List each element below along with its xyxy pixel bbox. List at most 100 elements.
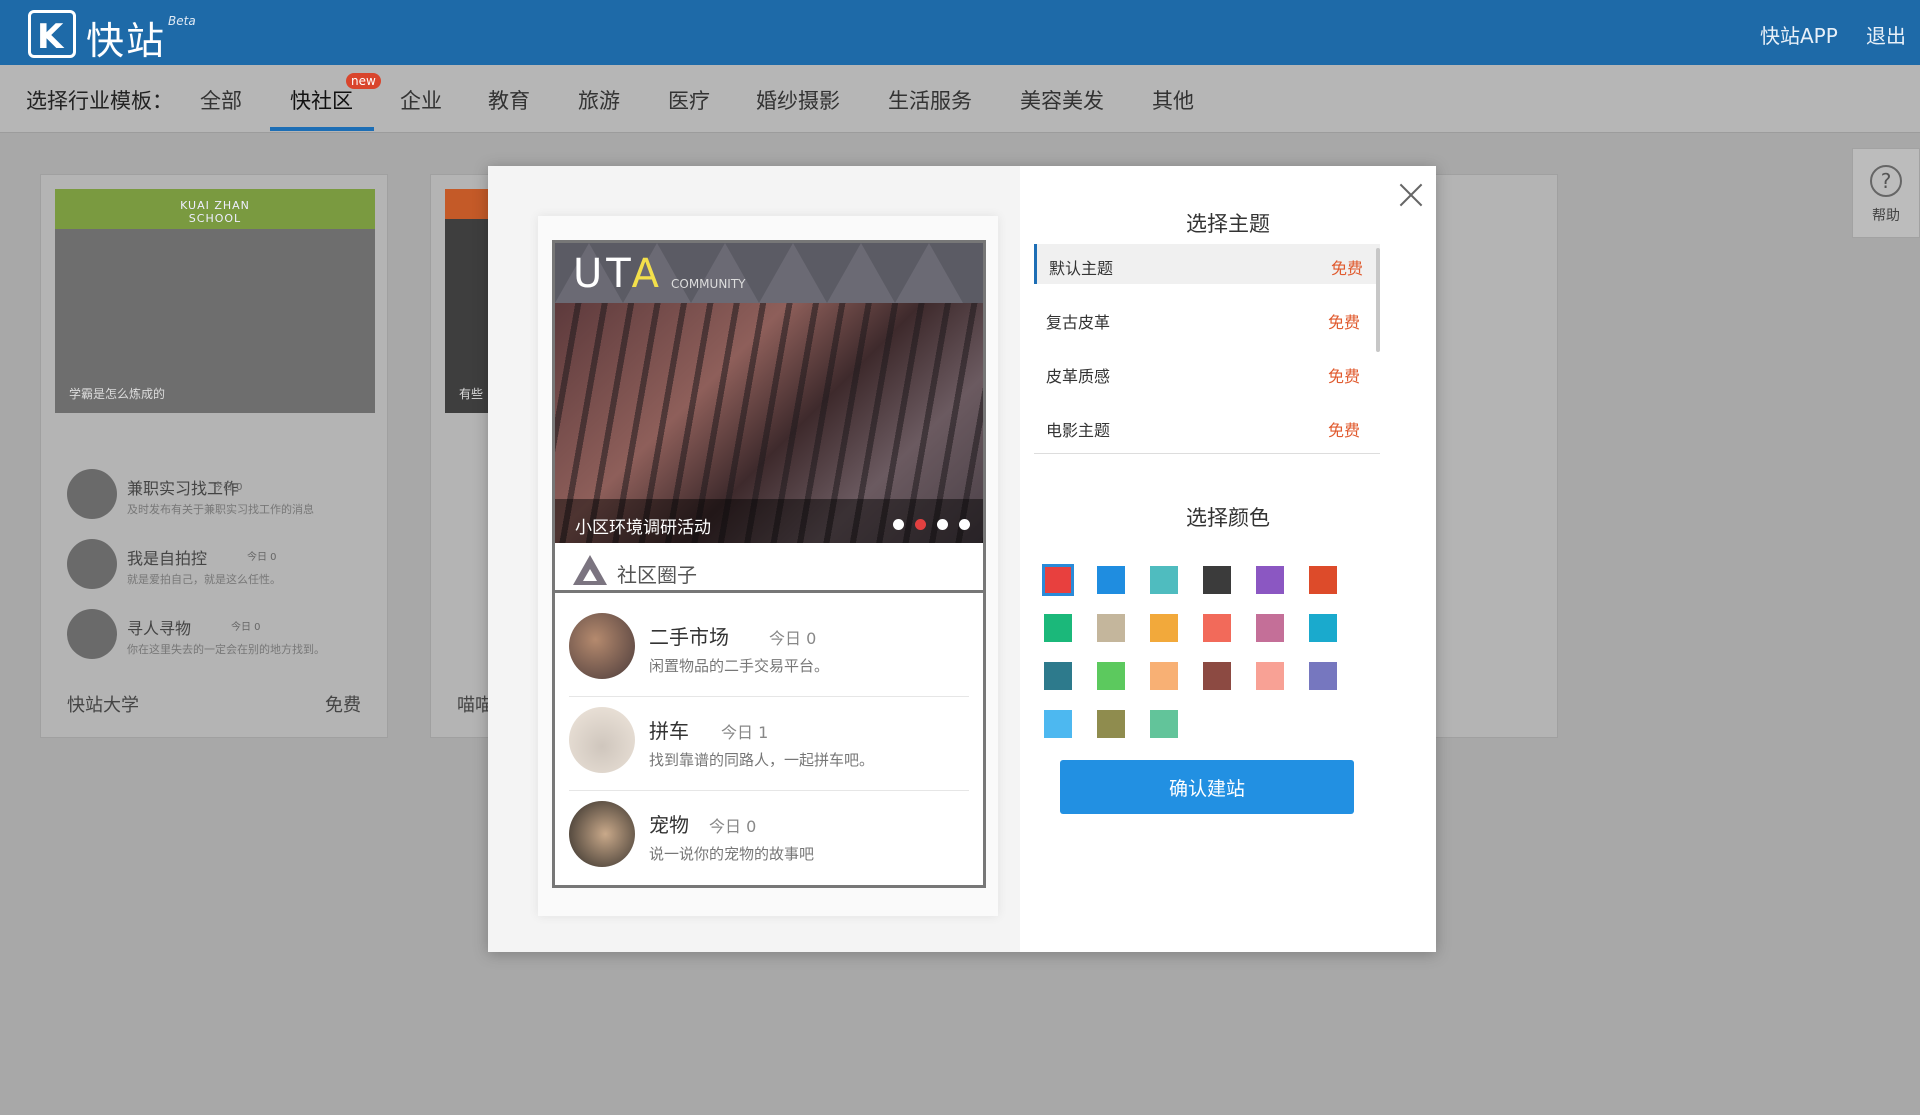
color-swatch[interactable] [1256, 662, 1284, 690]
theme-item-default[interactable]: 默认主题 免费 [1034, 244, 1380, 284]
carousel-dot[interactable] [959, 519, 970, 530]
preview-item-meta: 今日 0 [709, 817, 757, 836]
logout-link[interactable]: 退出 [1866, 20, 1906, 49]
theme-modal: UTA COMMUNITY 小区环境调研活动 社区圈子 二手市场 今日 0 闲置… [488, 166, 1436, 952]
theme-section-title: 选择主题 [1186, 212, 1270, 236]
color-swatch[interactable] [1203, 614, 1231, 642]
color-swatch[interactable] [1150, 566, 1178, 594]
phone-preview: UTA COMMUNITY 小区环境调研活动 社区圈子 二手市场 今日 0 闲置… [552, 240, 986, 888]
category-all[interactable]: 全部 [200, 85, 242, 115]
color-swatch[interactable] [1044, 662, 1072, 690]
preview-item-title: 二手市场 [649, 625, 729, 649]
avatar [67, 539, 117, 589]
color-swatch[interactable] [1150, 662, 1178, 690]
card-price: 免费 [325, 695, 361, 716]
kuaizhan-logo[interactable]: K [28, 10, 76, 58]
confirm-build-button[interactable]: 确认建站 [1060, 760, 1354, 814]
preview-logo-main: UT [573, 251, 632, 297]
preview-logo: UTA [573, 251, 663, 297]
list-item: 兼职实习找工作 今日 0 及时发布有关于兼职实习找工作的消息 [67, 469, 367, 529]
help-button[interactable]: ? 帮助 [1852, 148, 1920, 238]
top-bar: K 快站 Beta 快站APP 退出 [0, 0, 1920, 65]
brand-name[interactable]: 快站 [86, 10, 166, 65]
category-wedding-photo[interactable]: 婚纱摄影 [756, 85, 840, 115]
carousel-dot[interactable] [937, 519, 948, 530]
help-icon: ? [1870, 165, 1902, 197]
theme-name: 皮革质感 [1046, 367, 1111, 386]
color-swatch[interactable] [1150, 614, 1178, 642]
preview-item-title: 拼车 [649, 719, 689, 743]
list-item-title: 寻人寻物 [127, 619, 192, 638]
color-swatch[interactable] [1150, 710, 1178, 738]
color-swatch[interactable] [1042, 564, 1074, 596]
color-swatch[interactable] [1097, 566, 1125, 594]
preview-banner-caption: 小区环境调研活动 [575, 518, 711, 538]
list-item-meta: 今日 0 [213, 482, 243, 493]
color-swatch[interactable] [1203, 662, 1231, 690]
preview-list-item: 宠物 今日 0 说一说你的宠物的故事吧 [569, 791, 969, 885]
category-medical[interactable]: 医疗 [668, 85, 710, 115]
template-card[interactable] [1420, 174, 1558, 738]
avatar [569, 801, 635, 867]
preview-item-title: 宠物 [649, 813, 689, 837]
color-swatch[interactable] [1097, 710, 1125, 738]
list-item-meta: 今日 0 [231, 622, 261, 633]
card-banner-caption: 学霸是怎么炼成的 [69, 387, 166, 401]
color-swatch[interactable] [1309, 614, 1337, 642]
color-swatch[interactable] [1256, 566, 1284, 594]
help-label: 帮助 [1872, 208, 1900, 224]
category-education[interactable]: 教育 [488, 85, 530, 115]
theme-price: 免费 [1328, 367, 1361, 386]
list-item-meta: 今日 0 [247, 552, 277, 563]
category-life-service[interactable]: 生活服务 [888, 85, 972, 115]
avatar [569, 613, 635, 679]
avatar [67, 609, 117, 659]
preview-list-item: 二手市场 今日 0 闲置物品的二手交易平台。 [569, 603, 969, 697]
app-link[interactable]: 快站APP [1760, 20, 1838, 49]
color-swatch[interactable] [1309, 662, 1337, 690]
theme-name: 默认主题 [1049, 259, 1114, 278]
beta-label: Beta [168, 14, 196, 28]
list-item-desc: 就是爱拍自己，就是这么任性。 [127, 573, 281, 586]
preview-item-desc: 说一说你的宠物的故事吧 [649, 845, 815, 863]
list-item-title: 我是自拍控 [127, 549, 208, 568]
color-swatch[interactable] [1309, 566, 1337, 594]
active-tab-indicator [270, 127, 374, 131]
color-swatch[interactable] [1203, 566, 1231, 594]
category-bar: 选择行业模板： 全部 快社区 new 企业 教育 旅游 医疗 婚纱摄影 生活服务… [0, 65, 1920, 133]
close-icon[interactable] [1396, 180, 1426, 210]
category-travel[interactable]: 旅游 [578, 85, 620, 115]
color-swatch[interactable] [1097, 614, 1125, 642]
theme-item-leather-texture[interactable]: 皮革质感 免费 [1034, 352, 1380, 392]
list-item-desc: 及时发布有关于兼职实习找工作的消息 [127, 503, 314, 516]
theme-price: 免费 [1328, 421, 1361, 440]
card-banner-subtitle: SCHOOL [188, 212, 242, 225]
color-swatch[interactable] [1097, 662, 1125, 690]
category-label: 选择行业模板： [26, 89, 173, 113]
theme-name: 复古皮革 [1046, 313, 1111, 332]
theme-list-scrollbar[interactable] [1376, 248, 1380, 352]
category-enterprise[interactable]: 企业 [400, 85, 442, 115]
preview-item-desc: 闲置物品的二手交易平台。 [649, 657, 830, 675]
color-section-title: 选择颜色 [1186, 506, 1270, 530]
theme-item-retro-leather[interactable]: 复古皮革 免费 [1034, 298, 1380, 338]
category-other[interactable]: 其他 [1152, 85, 1194, 115]
category-kuaishequ[interactable]: 快社区 [290, 85, 353, 115]
theme-price: 免费 [1328, 313, 1361, 332]
category-beauty[interactable]: 美容美发 [1020, 85, 1104, 115]
preview-banner-image: 小区环境调研活动 [555, 303, 983, 543]
preview-header: UTA COMMUNITY [555, 243, 983, 303]
carousel-dot-active[interactable] [915, 519, 926, 530]
color-swatch[interactable] [1044, 614, 1072, 642]
carousel-dot[interactable] [893, 519, 904, 530]
avatar [569, 707, 635, 773]
preview-section-title: 社区圈子 [617, 563, 697, 587]
color-swatch[interactable] [1256, 614, 1284, 642]
theme-item-movie[interactable]: 电影主题 免费 [1034, 406, 1380, 446]
theme-list: 默认主题 免费 复古皮革 免费 皮革质感 免费 电影主题 免费 [1034, 244, 1380, 454]
list-item: 我是自拍控 今日 0 就是爱拍自己，就是这么任性。 [67, 539, 367, 599]
theme-name: 电影主题 [1046, 421, 1111, 440]
template-card[interactable]: KUAI ZHAN SCHOOL 学霸是怎么炼成的 兼职实习找工作 今日 0 及… [40, 174, 388, 738]
preview-list-item: 拼车 今日 1 找到靠谱的同路人，一起拼车吧。 [569, 697, 969, 791]
color-swatch[interactable] [1044, 710, 1072, 738]
